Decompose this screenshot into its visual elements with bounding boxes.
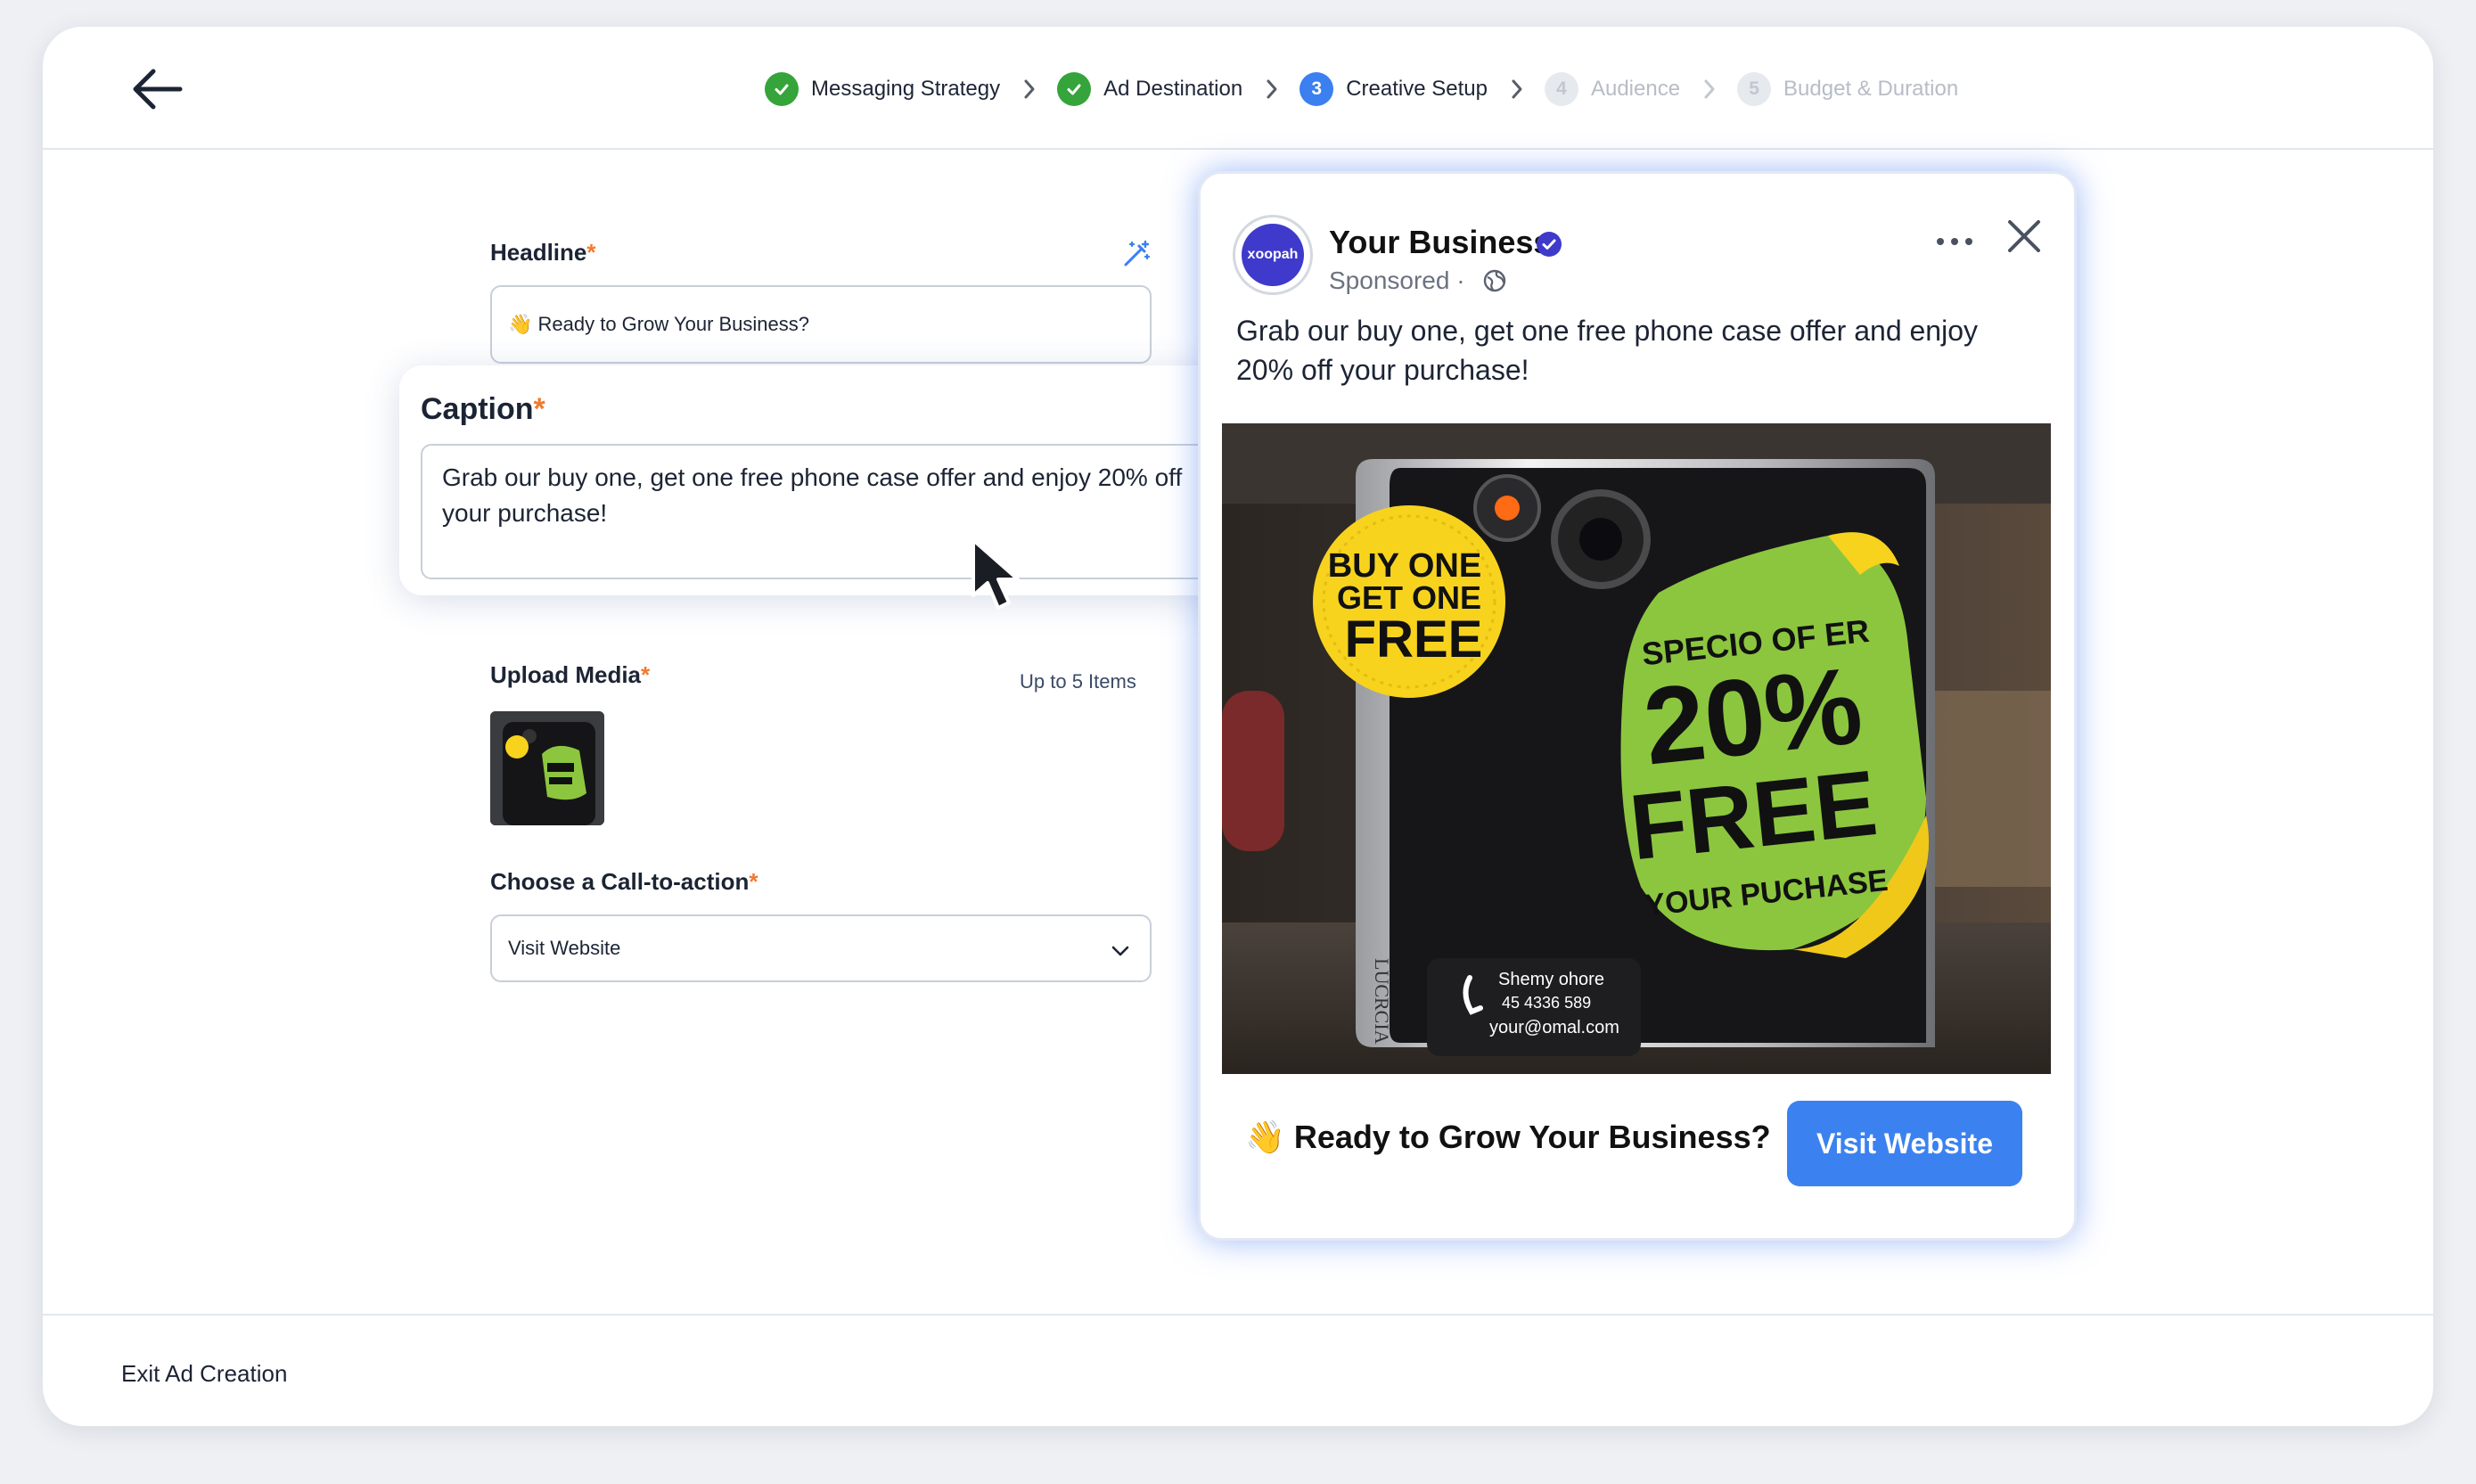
bottom-bar: Exit Ad Creation — [43, 1314, 2433, 1426]
upload-limit-hint: Up to 5 Items — [1020, 670, 1136, 693]
check-icon — [1057, 72, 1092, 106]
close-icon[interactable] — [2003, 215, 2046, 258]
step-messaging-strategy[interactable]: Messaging Strategy — [765, 72, 1000, 106]
chevron-right-icon — [1511, 78, 1523, 100]
contact-phone: 45 4336 589 — [1502, 994, 1591, 1012]
required-mark: * — [749, 868, 758, 895]
back-arrow-icon[interactable] — [125, 62, 189, 116]
step-label: Ad Destination — [1103, 77, 1243, 101]
visit-website-button[interactable]: Visit Website — [1787, 1101, 2022, 1186]
ad-preview-card: xoopah Your Business Sponsored · Grab ou… — [1198, 171, 2077, 1241]
more-options-icon[interactable] — [1933, 233, 1976, 250]
cta-label: Choose a Call-to-action* — [490, 868, 758, 896]
caption-textarea[interactable]: Grab our buy one, get one free phone cas… — [421, 444, 1244, 579]
upload-label-text: Upload Media — [490, 661, 642, 688]
step-number: 5 — [1737, 72, 1772, 106]
cta-select-value: Visit Website — [508, 937, 621, 959]
required-mark: * — [586, 239, 596, 266]
required-mark: * — [533, 392, 545, 426]
cta-label-text: Choose a Call-to-action — [490, 868, 750, 895]
step-label: Messaging Strategy — [811, 77, 1001, 101]
contact-email: your@omal.com — [1489, 1018, 1619, 1037]
magic-wand-icon[interactable] — [1121, 239, 1152, 269]
upload-media-label: Upload Media* — [490, 661, 650, 689]
headline-input[interactable]: 👋 Ready to Grow Your Business? — [490, 285, 1152, 364]
top-bar: Messaging Strategy Ad Destination 3 Crea… — [43, 27, 2433, 150]
post-text: Grab our buy one, get one free phone cas… — [1236, 315, 1978, 386]
check-icon — [765, 72, 799, 106]
step-audience[interactable]: 4 Audience — [1544, 72, 1681, 106]
verified-badge-icon — [1536, 231, 1562, 258]
step-label: Budget & Duration — [1783, 77, 1959, 101]
chevron-right-icon — [1266, 78, 1278, 100]
sponsored-label: Sponsored · — [1329, 266, 1465, 294]
business-avatar: xoopah — [1233, 215, 1313, 295]
cta-select[interactable]: Visit Website — [490, 914, 1152, 982]
ad-headline: 👋 Ready to Grow Your Business? — [1245, 1119, 1771, 1155]
chevron-down-icon — [1111, 939, 1130, 963]
media-thumbnail[interactable] — [490, 711, 604, 825]
step-number: 3 — [1299, 72, 1334, 106]
step-label: Creative Setup — [1346, 77, 1488, 101]
step-number: 4 — [1544, 72, 1578, 106]
step-label: Audience — [1590, 77, 1681, 101]
chevron-right-icon — [1703, 78, 1716, 100]
brand-vertical-text: LUCRCIA — [1371, 958, 1393, 1045]
headline-label: Headline* — [490, 239, 596, 266]
mouse-cursor-icon — [968, 537, 1032, 615]
caption-label: Caption* — [421, 392, 545, 427]
badge-line-3: FREE — [1345, 611, 1483, 668]
caption-card: Caption* Grab our buy one, get one free … — [399, 365, 1264, 595]
ad-creation-window: Messaging Strategy Ad Destination 3 Crea… — [43, 27, 2433, 1426]
ad-creative-image: BUY ONE GET ONE FREE SPECIO OF ER 20% FR… — [1222, 423, 2051, 1074]
step-budget-duration[interactable]: 5 Budget & Duration — [1737, 72, 1958, 106]
avatar-logo: xoopah — [1242, 224, 1304, 286]
step-progress: Messaging Strategy Ad Destination 3 Crea… — [765, 66, 1958, 112]
step-creative-setup[interactable]: 3 Creative Setup — [1299, 72, 1488, 106]
business-name: Your Business — [1329, 224, 1552, 260]
step-ad-destination[interactable]: Ad Destination — [1057, 72, 1242, 106]
headline-label-text: Headline — [490, 239, 587, 266]
caption-label-text: Caption — [421, 392, 534, 426]
exit-ad-creation-link[interactable]: Exit Ad Creation — [121, 1360, 287, 1388]
globe-icon — [1482, 268, 1507, 293]
chevron-right-icon — [1023, 78, 1036, 100]
required-mark: * — [641, 661, 651, 688]
contact-name: Shemy ohore — [1498, 970, 1604, 989]
